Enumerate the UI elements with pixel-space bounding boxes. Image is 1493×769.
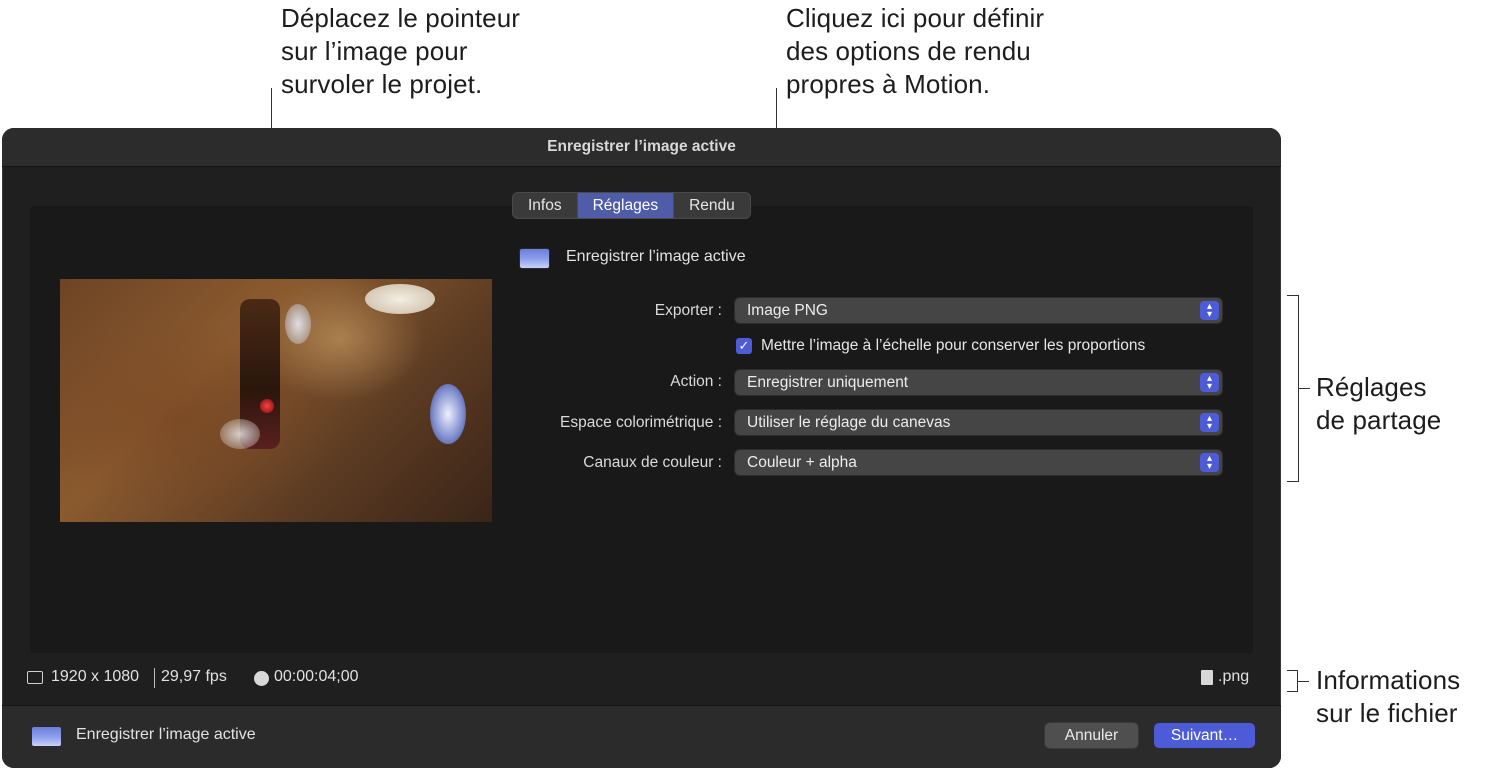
file-extension-text: .png (1218, 668, 1250, 685)
tab-rendu[interactable]: Rendu (674, 193, 750, 218)
document-icon (1201, 670, 1213, 685)
action-stepper-icon: ▴ ▾ (1200, 373, 1219, 392)
callout-settings-bracket-top (1287, 295, 1299, 296)
footer-thumbnail-icon (32, 727, 61, 746)
preview-glass-6 (260, 399, 274, 413)
scale-checkbox[interactable]: ✓ (736, 338, 752, 354)
channels-stepper-icon: ▴ ▾ (1200, 453, 1219, 472)
info-divider (154, 668, 155, 688)
window-title: Enregistrer l’image active (2, 128, 1281, 167)
colorspace-select[interactable]: Utiliser le réglage du canevas ▴ ▾ (735, 410, 1222, 435)
save-frame-dialog: Enregistrer l’image active Infos Réglage… (2, 128, 1281, 768)
footer-label: Enregistrer l’image active (76, 726, 256, 743)
tab-infos[interactable]: Infos (513, 193, 578, 218)
callout-preview: Déplacez le pointeur sur l’image pour su… (281, 3, 521, 99)
export-select[interactable]: Image PNG ▴ ▾ (735, 298, 1222, 323)
preview-glass-5 (220, 419, 260, 449)
export-select-value: Image PNG (747, 301, 828, 319)
dialog-footer: Enregistrer l’image active Annuler Suiva… (2, 705, 1281, 768)
action-select[interactable]: Enregistrer uniquement ▴ ▾ (735, 370, 1222, 395)
callout-settings-bracket-tick (1298, 388, 1310, 389)
cancel-button[interactable]: Annuler (1045, 723, 1138, 748)
colorspace-stepper-icon: ▴ ▾ (1200, 413, 1219, 432)
frame-size-icon (27, 671, 43, 684)
tab-bar: Infos Réglages Rendu (513, 193, 750, 218)
colorspace-label: Espace colorimétrique : (560, 414, 722, 431)
clock-icon (254, 671, 269, 686)
callout-file-bracket-tick (1297, 681, 1309, 682)
callout-file-bracket-bottom (1287, 691, 1298, 692)
callout-settings: Réglages de partage (1316, 372, 1442, 435)
channels-label: Canaux de couleur : (583, 454, 722, 471)
channels-select[interactable]: Couleur + alpha ▴ ▾ (735, 450, 1222, 475)
export-label: Exporter : (654, 302, 722, 319)
callout-file-bracket-top (1287, 670, 1298, 671)
next-button[interactable]: Suivant… (1154, 723, 1255, 748)
action-label: Action : (670, 373, 722, 390)
tab-reglages[interactable]: Réglages (577, 193, 675, 218)
preview-glass-4 (285, 304, 311, 344)
image-thumbnail-icon (520, 249, 549, 268)
callout-render: Cliquez ici pour définir des options de … (786, 3, 1045, 99)
colorspace-select-value: Utiliser le réglage du canevas (747, 413, 951, 431)
export-stepper-icon: ▴ ▾ (1200, 301, 1219, 320)
scale-checkbox-label: Mettre l’image à l’échelle pour conserve… (761, 337, 1146, 354)
action-select-value: Enregistrer uniquement (747, 373, 909, 391)
callout-file: Informations sur le fichier (1316, 665, 1461, 728)
channels-select-value: Couleur + alpha (747, 453, 857, 471)
resolution-text: 1920 x 1080 (51, 668, 140, 685)
fps-text: 29,97 fps (161, 668, 227, 685)
callout-settings-bracket-bottom (1287, 481, 1299, 482)
duration-text: 00:00:04;00 (274, 668, 359, 685)
settings-header-label: Enregistrer l’image active (566, 248, 746, 265)
